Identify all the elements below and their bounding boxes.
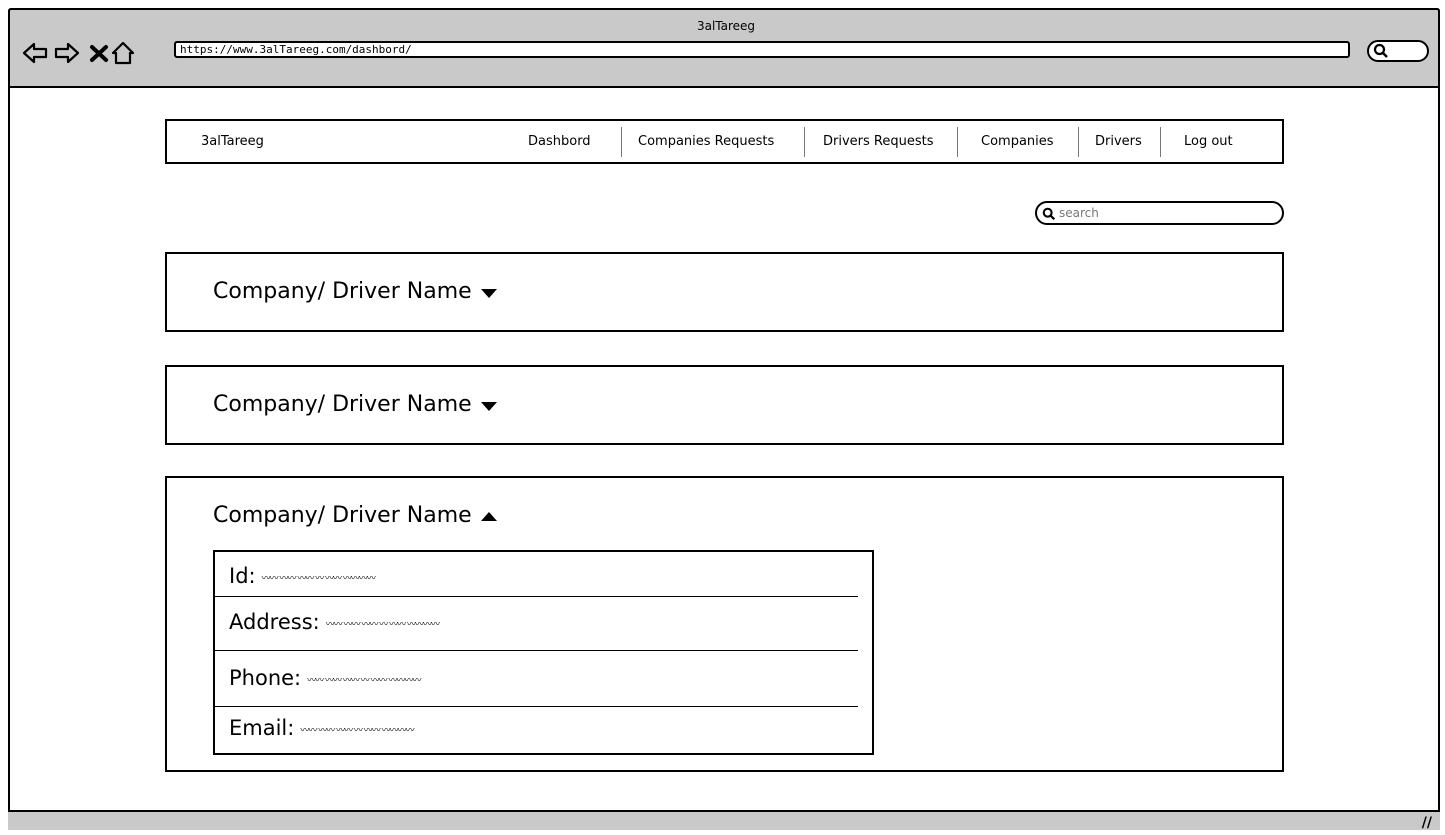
search-input[interactable] <box>1059 205 1259 221</box>
detail-row-phone: Phone: 〰〰 〰〰 〰〰 〰 〰〰 〰〰〰〰 <box>229 666 421 690</box>
record-panel-expanded: Company/ Driver Name Id: 〰〰 〰〰 〰〰 〰 〰〰 〰〰… <box>165 476 1284 772</box>
nav-divider <box>1078 127 1079 157</box>
nav-divider <box>957 127 958 157</box>
panel-header[interactable]: Company/ Driver Name <box>213 279 498 305</box>
row-divider <box>215 650 858 651</box>
brand-name[interactable]: 3alTareeg <box>201 134 264 149</box>
search-icon <box>1373 43 1388 58</box>
nav-divider <box>1160 127 1161 157</box>
record-panel: Company/ Driver Name <box>165 252 1284 332</box>
status-bar: // <box>8 810 1440 831</box>
forward-button[interactable] <box>54 40 80 66</box>
email-label: Email: <box>229 716 295 740</box>
panel-title: Company/ Driver Name <box>213 503 472 528</box>
caret-up-icon <box>480 504 498 529</box>
browser-search-button[interactable] <box>1367 40 1429 62</box>
details-table: Id: 〰〰 〰〰 〰〰 〰 〰〰 〰〰〰〰 Address: 〰〰 〰〰 〰〰 〰… <box>213 550 874 755</box>
url-field[interactable]: https://www.3alTareeg.com/dashbord/ <box>174 41 1350 58</box>
search-icon <box>1042 207 1056 221</box>
nav-log-out[interactable]: Log out <box>1184 134 1233 149</box>
panel-header[interactable]: Company/ Driver Name <box>213 392 498 418</box>
back-arrow-icon <box>22 42 48 64</box>
top-navigation: 3alTareeg Dashbord Companies Requests Dr… <box>165 119 1284 164</box>
back-button[interactable] <box>22 40 48 66</box>
phone-value-scribble: 〰〰 〰〰 〰〰 〰 〰〰 〰〰〰〰 <box>307 675 421 686</box>
nav-companies[interactable]: Companies <box>981 134 1054 149</box>
nav-drivers-requests[interactable]: Drivers Requests <box>823 134 934 149</box>
resize-grip-icon[interactable]: // <box>1422 815 1432 831</box>
email-value-scribble: 〰〰 〰〰 〰〰 〰 〰〰 〰〰〰〰 <box>300 725 414 736</box>
panel-title: Company/ Driver Name <box>213 279 472 304</box>
panel-title: Company/ Driver Name <box>213 392 472 417</box>
id-label: Id: <box>229 564 256 588</box>
browser-chrome: 3alTareeg https://www.3alTareeg.com/dash… <box>8 8 1440 88</box>
nav-companies-requests[interactable]: Companies Requests <box>638 134 774 149</box>
nav-drivers[interactable]: Drivers <box>1095 134 1142 149</box>
address-value-scribble: 〰〰 〰〰 〰〰 〰 〰〰 〰〰〰〰 <box>325 619 440 630</box>
phone-label: Phone: <box>229 666 302 690</box>
caret-down-icon <box>480 393 498 418</box>
record-panel: Company/ Driver Name <box>165 365 1284 445</box>
nav-divider <box>804 127 805 157</box>
caret-down-icon <box>480 280 498 305</box>
id-value-scribble: 〰〰 〰〰 〰〰 〰 〰〰 〰〰〰〰 <box>261 573 376 584</box>
forward-arrow-icon <box>54 42 80 64</box>
home-icon <box>111 41 135 65</box>
close-icon <box>90 45 108 62</box>
nav-dashbord[interactable]: Dashbord <box>528 134 591 149</box>
home-button[interactable] <box>110 40 136 66</box>
detail-row-id: Id: 〰〰 〰〰 〰〰 〰 〰〰 〰〰〰〰 <box>229 564 376 588</box>
detail-row-email: Email: 〰〰 〰〰 〰〰 〰 〰〰 〰〰〰〰 <box>229 716 415 740</box>
row-divider <box>215 596 858 597</box>
search-box[interactable] <box>1035 201 1284 225</box>
window-title: 3alTareeg <box>696 19 756 33</box>
detail-row-address: Address: 〰〰 〰〰 〰〰 〰 〰〰 〰〰〰〰 <box>229 610 440 634</box>
row-divider <box>215 706 858 707</box>
panel-header[interactable]: Company/ Driver Name <box>213 503 498 529</box>
address-label: Address: <box>229 610 320 634</box>
nav-divider <box>621 127 622 157</box>
stop-button[interactable] <box>86 40 108 66</box>
